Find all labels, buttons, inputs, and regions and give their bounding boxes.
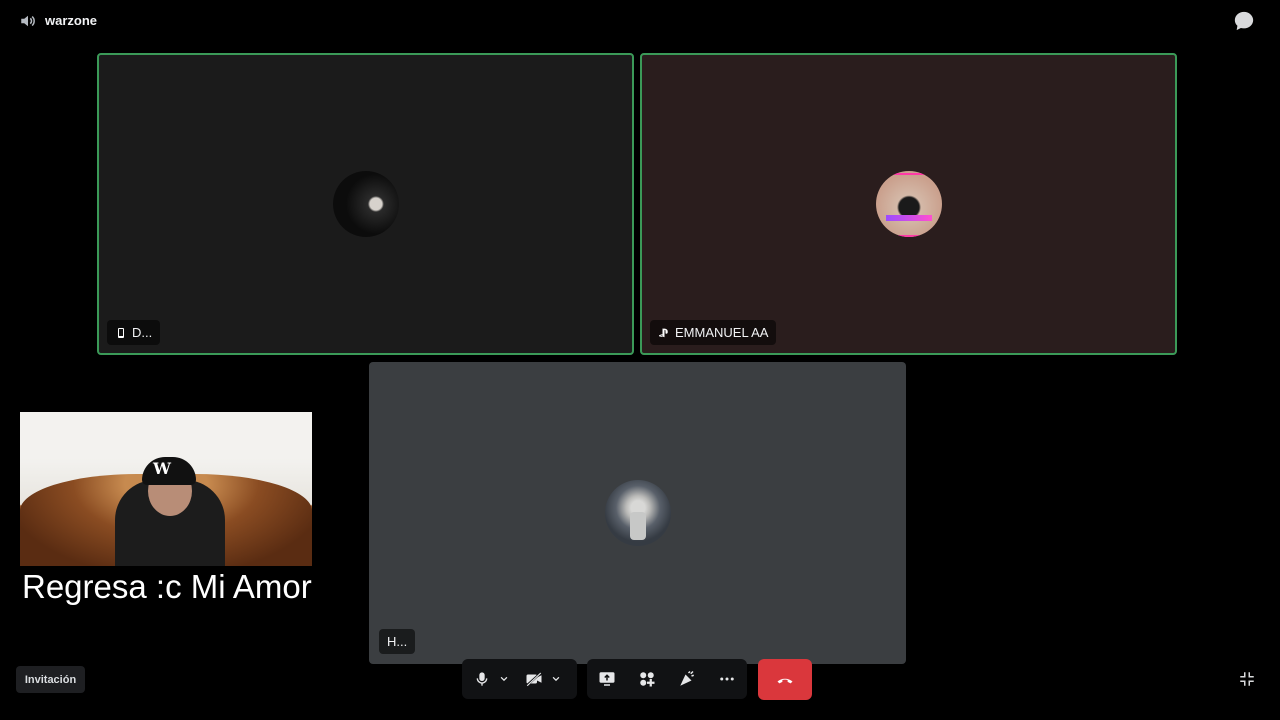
hang-up-button[interactable] — [758, 659, 812, 700]
participant-name-tag: EMMANUEL AA — [650, 320, 777, 345]
hang-up-icon — [777, 678, 793, 683]
activity-controls — [587, 659, 747, 699]
camera-button[interactable] — [520, 665, 548, 693]
more-icon — [720, 677, 734, 681]
participant-avatar — [604, 480, 671, 546]
activities-button[interactable] — [633, 665, 661, 693]
participant-name-tag: D... — [107, 320, 161, 345]
participant-name: D... — [132, 325, 153, 340]
playstation-icon — [659, 328, 668, 337]
chevron-down-icon — [500, 676, 508, 682]
screen-share-button[interactable] — [593, 665, 621, 693]
topbar: warzone — [0, 0, 1280, 42]
soundboard-icon — [680, 670, 694, 686]
participant-tile[interactable]: H... — [369, 362, 906, 664]
participant-tile[interactable]: EMMANUEL AA — [640, 53, 1177, 355]
camera-off-icon — [525, 671, 543, 687]
minimize-icon[interactable] — [1238, 670, 1256, 688]
invite-button[interactable]: Invitación — [16, 666, 85, 693]
activities-icon — [640, 672, 655, 687]
speaker-icon[interactable] — [19, 12, 37, 30]
more-button[interactable] — [713, 665, 741, 693]
microphone-icon — [476, 672, 488, 686]
mobile-icon — [118, 327, 124, 338]
soundboard-button[interactable] — [673, 665, 701, 693]
participant-avatar — [875, 171, 942, 237]
microphone-button[interactable] — [468, 665, 496, 693]
chat-icon[interactable] — [1233, 10, 1255, 32]
audio-video-controls — [462, 659, 577, 699]
camera-options[interactable] — [548, 665, 564, 693]
channel-name: warzone — [45, 13, 98, 28]
participant-avatar — [332, 171, 399, 237]
chevron-down-icon — [552, 676, 560, 682]
participant-name: H... — [387, 634, 408, 649]
screen-share-icon — [599, 672, 615, 686]
participant-name: EMMANUEL AA — [675, 325, 769, 340]
overlay-caption: Regresa :c Mi Amor — [22, 568, 312, 605]
cap-logo: W — [153, 459, 171, 478]
webcam-overlay: W — [20, 412, 312, 566]
microphone-options[interactable] — [496, 665, 512, 693]
participant-tile[interactable]: D... — [97, 53, 634, 355]
participant-name-tag: H... — [379, 629, 416, 654]
